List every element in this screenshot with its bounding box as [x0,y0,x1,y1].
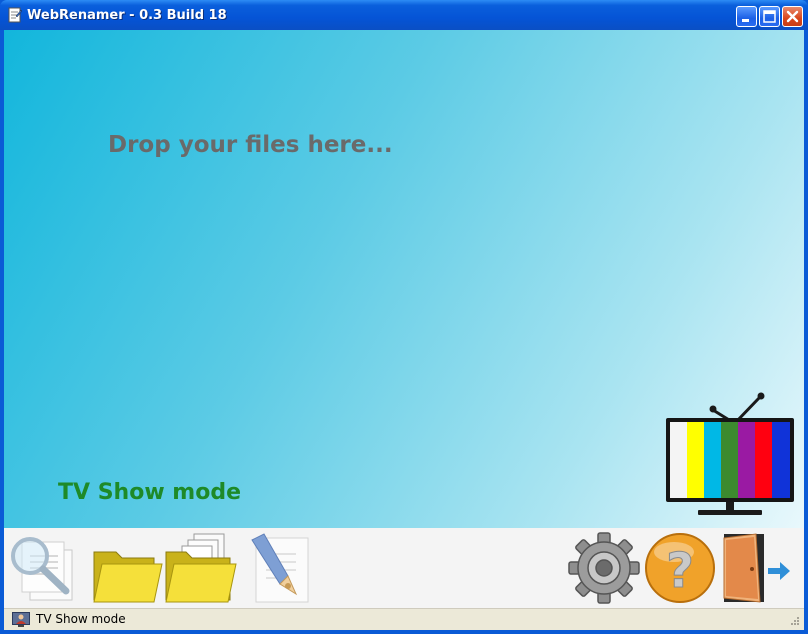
client-area: Drop your files here... TV Show mode ? T… [4,30,804,630]
tv-presenter-icon [12,612,30,627]
maximize-icon [763,10,776,23]
drop-prompt: Drop your files here... [108,132,393,158]
svg-text:?: ? [666,543,694,599]
status-bar: TV Show mode [4,608,804,630]
minimize-icon [742,19,749,22]
title-bar[interactable]: WebRenamer - 0.3 Build 18 [0,0,808,30]
close-icon [786,10,799,23]
search-files-icon[interactable] [8,532,82,604]
settings-gear-icon[interactable] [568,532,640,604]
open-folder-icon[interactable] [92,532,164,604]
maximize-button[interactable] [759,6,780,27]
drop-zone[interactable]: Drop your files here... TV Show mode [4,30,804,528]
help-question-icon[interactable]: ? [644,532,716,604]
minimize-button[interactable] [736,6,757,27]
window-title: WebRenamer - 0.3 Build 18 [27,8,227,23]
app-icon[interactable] [7,7,23,23]
close-button[interactable] [782,6,803,27]
exit-door-icon[interactable] [720,532,792,604]
app-window: WebRenamer - 0.3 Build 18 Drop your file… [0,0,808,634]
tv-icon[interactable] [664,390,796,518]
rename-pen-icon[interactable] [242,532,316,604]
open-folder-files-icon[interactable] [164,532,238,604]
toolbar: ? [4,528,804,608]
status-text: TV Show mode [36,612,126,626]
resize-grip-icon[interactable] [788,616,800,628]
mode-label: TV Show mode [58,480,242,505]
